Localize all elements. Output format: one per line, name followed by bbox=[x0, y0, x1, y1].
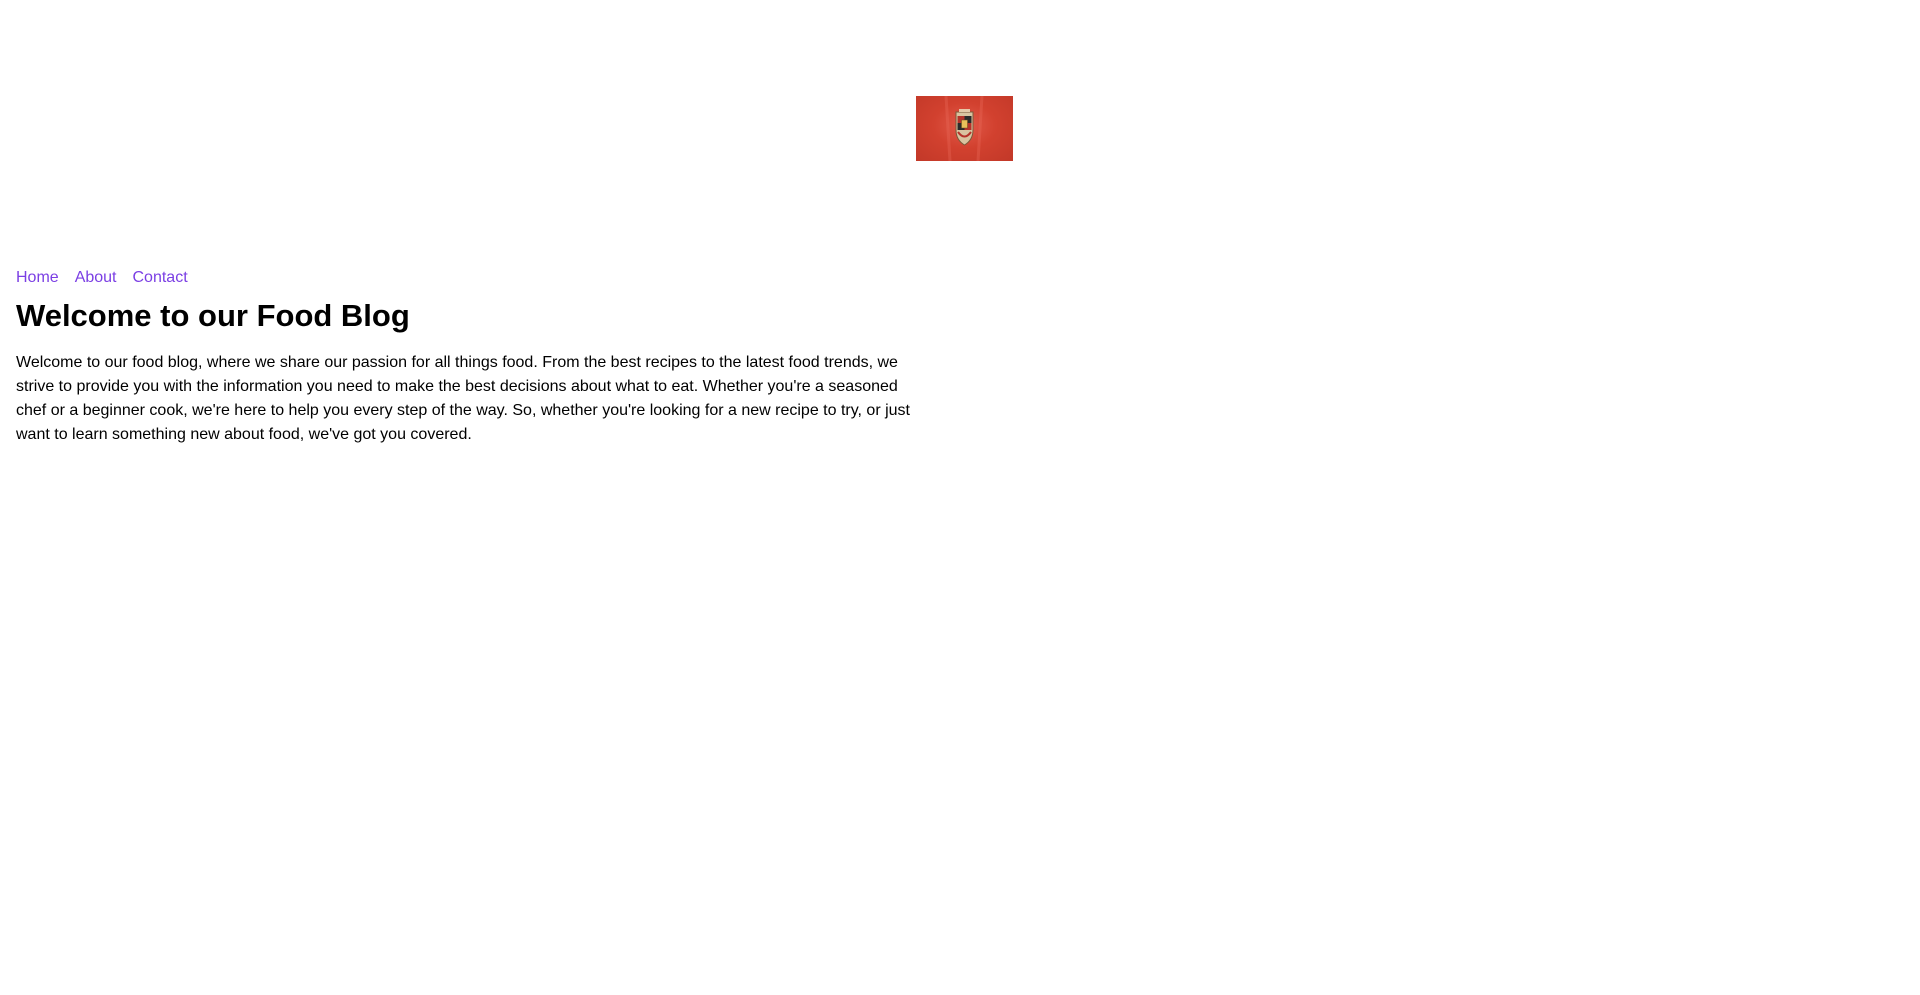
nav-link-contact[interactable]: Contact bbox=[133, 268, 188, 288]
porsche-crest-icon bbox=[944, 96, 984, 161]
page: Home About Contact Welcome to our Food B… bbox=[0, 0, 1920, 995]
nav-link-about[interactable]: About bbox=[75, 268, 117, 288]
main-nav: Home About Contact bbox=[16, 268, 188, 288]
page-title: Welcome to our Food Blog bbox=[16, 298, 410, 333]
intro-paragraph: Welcome to our food blog, where we share… bbox=[16, 354, 910, 443]
hero-logo-image bbox=[916, 96, 1013, 161]
nav-link-home[interactable]: Home bbox=[16, 268, 59, 288]
